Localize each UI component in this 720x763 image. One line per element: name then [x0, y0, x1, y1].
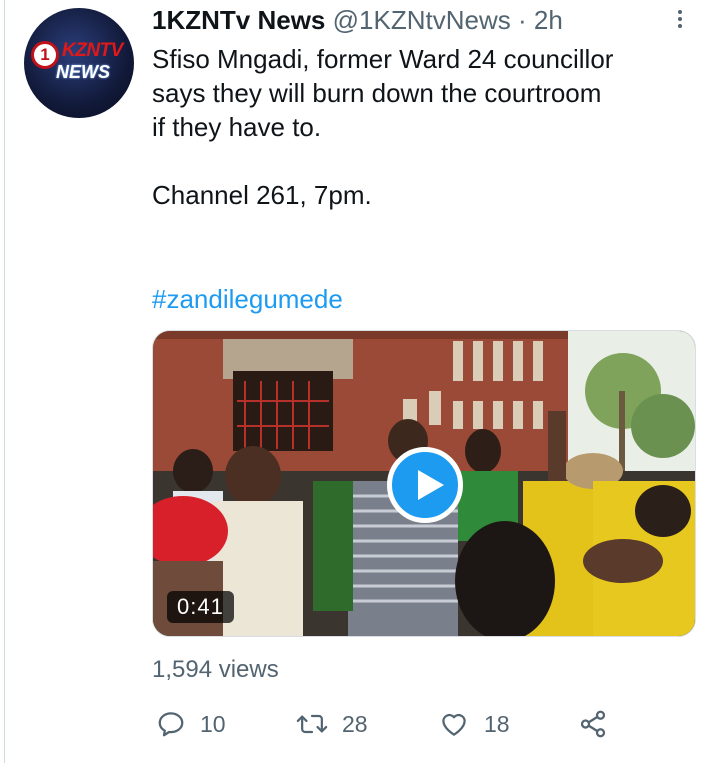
avatar-brand-text: KZNTV	[62, 40, 123, 61]
reply-count: 10	[200, 710, 226, 737]
more-dot-icon	[678, 24, 682, 28]
avatar-news-text: NEWS	[56, 62, 110, 82]
left-divider	[4, 0, 5, 763]
reply-icon	[158, 712, 184, 737]
hashtag-link[interactable]: #zandilegumede	[152, 282, 343, 316]
video-player[interactable]: 0:41	[152, 330, 696, 637]
timestamp[interactable]: 2h	[534, 5, 563, 35]
retweet-count: 28	[342, 710, 368, 737]
video-duration: 0:41	[167, 591, 234, 623]
retweet-icon	[296, 714, 328, 734]
play-icon[interactable]	[387, 447, 463, 523]
more-dot-icon	[678, 17, 682, 21]
more-options-button[interactable]	[670, 4, 690, 34]
share-button[interactable]	[578, 702, 608, 746]
avatar[interactable]: 1 KZNTV NEWS	[24, 8, 134, 118]
action-bar: 10 28 18	[152, 702, 622, 746]
user-handle[interactable]: @1KZNtvNews	[333, 5, 511, 35]
view-count: 1,594 views	[152, 656, 279, 683]
avatar-badge: 1	[31, 41, 59, 69]
tweet-header: 1KZNTv News @1KZNtvNews · 2h	[152, 3, 563, 37]
tweet-text: Sfiso Mngadi, former Ward 24 councillor …	[152, 44, 614, 210]
separator-dot: ·	[517, 5, 527, 35]
share-icon	[580, 710, 606, 738]
like-button[interactable]: 18	[438, 702, 510, 746]
more-dot-icon	[678, 10, 682, 14]
like-count: 18	[484, 710, 510, 737]
retweet-button[interactable]: 28	[296, 702, 368, 746]
display-name[interactable]: 1KZNTv News	[152, 5, 325, 35]
heart-icon	[442, 713, 466, 736]
reply-button[interactable]: 10	[156, 702, 226, 746]
